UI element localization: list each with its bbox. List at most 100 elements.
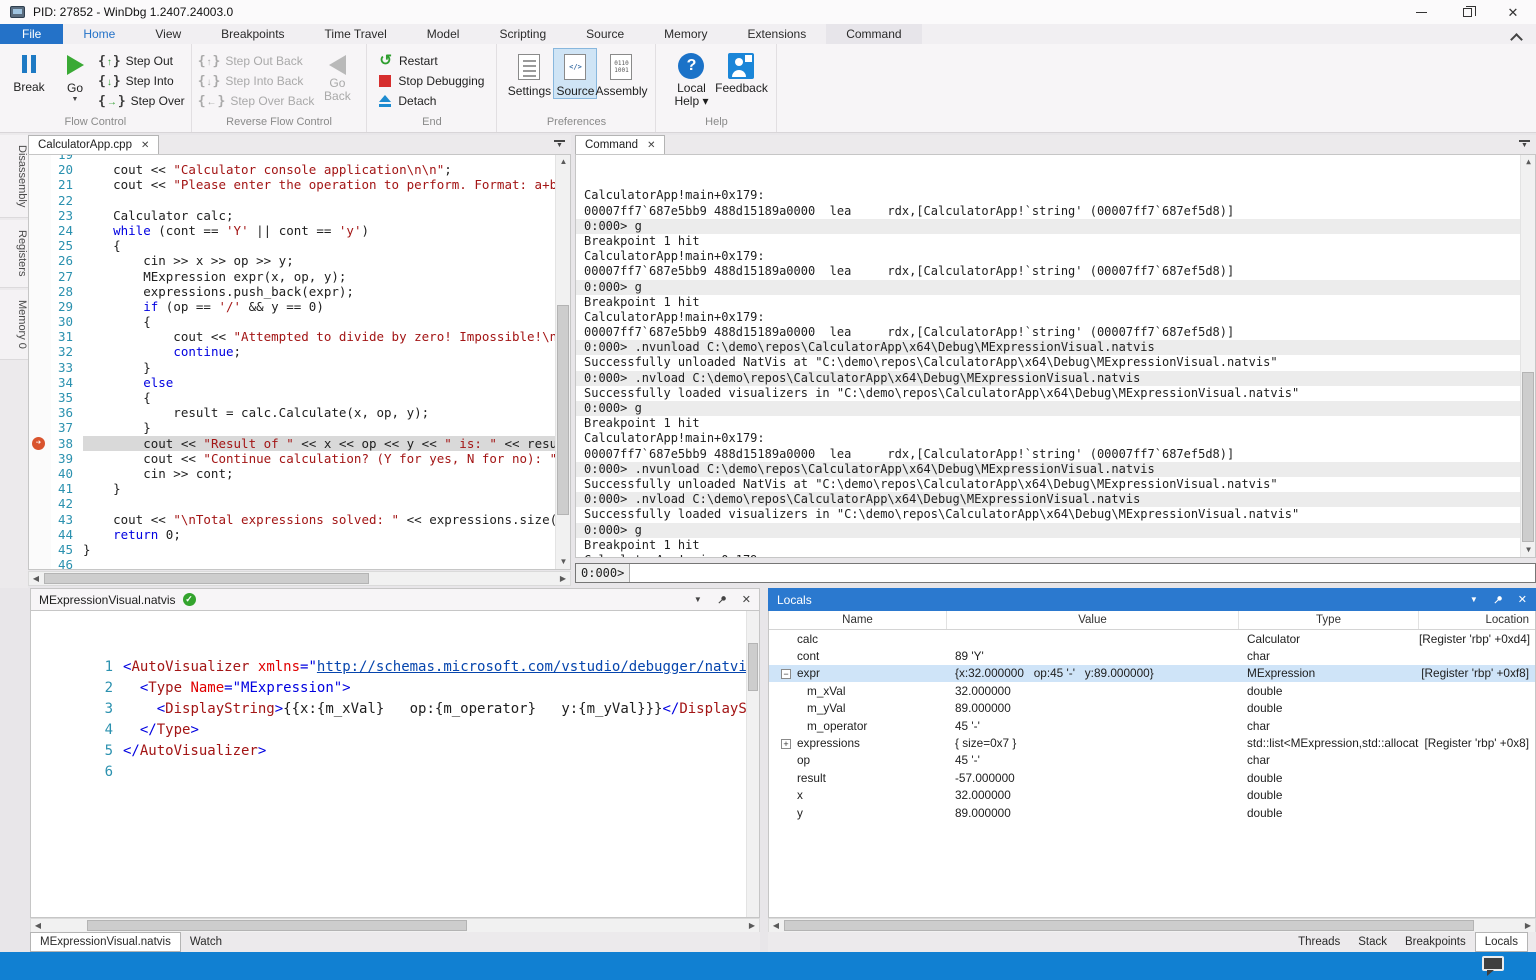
menu-tab-source[interactable]: Source [566, 24, 644, 44]
scroll-thumb[interactable] [44, 573, 369, 584]
source-vertical-scrollbar[interactable]: ▲ ▼ [555, 155, 570, 569]
bottom-tab-stack[interactable]: Stack [1349, 932, 1396, 952]
panel-collapse-icon[interactable]: ▼ [554, 140, 565, 150]
natvis-vertical-scrollbar[interactable] [746, 611, 759, 917]
go-back-button[interactable]: GoBack [314, 48, 360, 103]
current-breakpoint-icon[interactable]: ➔ [32, 437, 45, 450]
command-input[interactable] [630, 564, 1535, 582]
bottom-tab-watch[interactable]: Watch [181, 932, 231, 952]
menu-tab-time-travel[interactable]: Time Travel [305, 24, 407, 44]
restart-button[interactable]: ↺ Restart [379, 51, 484, 71]
close-icon[interactable]: ✕ [742, 593, 751, 606]
scroll-thumb[interactable] [87, 920, 467, 931]
close-icon[interactable]: ✕ [647, 140, 655, 151]
scroll-thumb[interactable] [784, 920, 1474, 931]
go-button[interactable]: Go ▼ [52, 48, 98, 103]
locals-row-op[interactable]: op45 '-'char [769, 752, 1535, 769]
menu-tab-extensions[interactable]: Extensions [728, 24, 827, 44]
detach-button[interactable]: Detach [379, 91, 484, 111]
close-button[interactable]: ✕ [1490, 0, 1536, 24]
bottom-tab-locals[interactable]: Locals [1475, 932, 1528, 952]
bottom-tab-threads[interactable]: Threads [1289, 932, 1349, 952]
locals-row-m_yVal[interactable]: m_yVal89.000000double [769, 700, 1535, 717]
locals-horizontal-scrollbar[interactable]: ◀ ▶ [768, 918, 1536, 933]
scroll-thumb[interactable] [557, 305, 569, 515]
bottom-tab-mexpressionvisual-natvis[interactable]: MExpressionVisual.natvis [30, 932, 181, 952]
expand-icon[interactable]: + [781, 739, 791, 749]
close-icon[interactable]: ✕ [141, 140, 149, 151]
step-over-button[interactable]: {→} Step Over [98, 91, 185, 111]
locals-row-expr[interactable]: −expr{x:32.000000 op:45 '-' y:89.000000}… [769, 665, 1535, 682]
natvis-editor[interactable]: 1<AutoVisualizer xmlns="http://schemas.m… [30, 611, 760, 918]
scroll-right-icon[interactable]: ▶ [556, 572, 570, 585]
step-over-back-icon: {←} [198, 94, 226, 109]
locals-row-x[interactable]: x32.000000double [769, 787, 1535, 804]
locals-row-m_operator[interactable]: m_operator45 '-'char [769, 717, 1535, 734]
menu-tab-command[interactable]: Command [826, 24, 921, 44]
code-editor[interactable]: 1920 cout << "Calculator console applica… [28, 154, 571, 570]
tab-calculatorapp-cpp[interactable]: CalculatorApp.cpp ✕ [28, 135, 159, 154]
panel-menu-icon[interactable]: ▼ [694, 595, 702, 604]
scroll-left-icon[interactable]: ◀ [29, 572, 43, 585]
column-header-type[interactable]: Type [1239, 611, 1419, 629]
column-header-value[interactable]: Value [947, 611, 1239, 629]
rail-tab-memory-0[interactable]: Memory 0 [0, 290, 28, 360]
menu-tab-home[interactable]: Home [63, 24, 135, 44]
step-into-back-button[interactable]: {↓} Step Into Back [198, 71, 315, 91]
locals-row-cont[interactable]: cont89 'Y'char [769, 647, 1535, 664]
collapse-icon[interactable]: − [781, 669, 791, 679]
collapse-ribbon-icon[interactable] [1512, 31, 1522, 37]
bottom-tab-breakpoints[interactable]: Breakpoints [1396, 932, 1475, 952]
stop-debugging-button[interactable]: Stop Debugging [379, 71, 484, 91]
locals-row-calc[interactable]: calcCalculator[Register 'rbp' +0xd4] [769, 630, 1535, 647]
locals-row-y[interactable]: y89.000000double [769, 804, 1535, 821]
local-help-button[interactable]: ? LocalHelp ▾ [666, 48, 716, 108]
close-icon[interactable]: ✕ [1518, 593, 1527, 606]
scroll-right-icon[interactable]: ▶ [1521, 919, 1535, 932]
scroll-thumb[interactable] [748, 643, 758, 691]
scroll-down-icon[interactable]: ▼ [1521, 543, 1536, 557]
rail-tab-disassembly[interactable]: Disassembly [0, 135, 28, 218]
panel-menu-icon[interactable]: ▼ [1470, 595, 1478, 604]
feedback-button[interactable]: Feedback [716, 48, 766, 95]
scroll-down-icon[interactable]: ▼ [556, 555, 571, 569]
scroll-left-icon[interactable]: ◀ [769, 919, 783, 932]
step-over-back-button[interactable]: {←} Step Over Back [198, 91, 315, 111]
command-output[interactable]: CalculatorApp!main+0x179:00007ff7`687e5b… [575, 154, 1536, 558]
locals-row-m_xVal[interactable]: m_xVal32.000000double [769, 682, 1535, 699]
scroll-right-icon[interactable]: ▶ [745, 919, 759, 932]
column-header-name[interactable]: Name [769, 611, 947, 629]
menu-tab-view[interactable]: View [135, 24, 201, 44]
panel-collapse-icon[interactable]: ▼ [1519, 140, 1530, 150]
settings-button[interactable]: Settings [507, 48, 551, 99]
restore-button[interactable] [1444, 0, 1490, 24]
pin-icon[interactable] [716, 594, 728, 606]
pin-icon[interactable] [1492, 594, 1504, 606]
source-mode-button[interactable]: </> Source [553, 48, 597, 99]
scroll-left-icon[interactable]: ◀ [31, 919, 45, 932]
tab-command[interactable]: Command ✕ [575, 135, 665, 154]
scroll-up-icon[interactable]: ▲ [1521, 155, 1536, 169]
menu-tab-breakpoints[interactable]: Breakpoints [201, 24, 304, 44]
go-dropdown-icon[interactable]: ▼ [72, 96, 79, 103]
menu-tab-model[interactable]: Model [407, 24, 480, 44]
step-out-back-button[interactable]: {↑} Step Out Back [198, 51, 315, 71]
step-into-button[interactable]: {↓} Step Into [98, 71, 185, 91]
menu-tab-memory[interactable]: Memory [644, 24, 727, 44]
feedback-bubble-icon[interactable] [1482, 956, 1504, 971]
locals-row-expressions[interactable]: +expressions{ size=0x7 }std::list<MExpre… [769, 734, 1535, 751]
rail-tab-registers[interactable]: Registers [0, 220, 28, 287]
scroll-thumb[interactable] [1522, 372, 1534, 542]
source-horizontal-scrollbar[interactable]: ◀ ▶ [28, 571, 571, 586]
locals-row-result[interactable]: result-57.000000double [769, 769, 1535, 786]
minimize-button[interactable] [1398, 0, 1444, 24]
command-vertical-scrollbar[interactable]: ▲ ▼ [1520, 155, 1535, 557]
scroll-up-icon[interactable]: ▲ [556, 155, 571, 169]
menu-tab-scripting[interactable]: Scripting [479, 24, 566, 44]
natvis-horizontal-scrollbar[interactable]: ◀ ▶ [30, 918, 760, 933]
break-button[interactable]: Break [6, 48, 52, 94]
step-out-button[interactable]: {↑} Step Out [98, 51, 185, 71]
column-header-location[interactable]: Location [1419, 611, 1535, 629]
menu-tab-file[interactable]: File [0, 24, 63, 44]
assembly-mode-button[interactable]: 01101001 Assembly [599, 48, 643, 99]
